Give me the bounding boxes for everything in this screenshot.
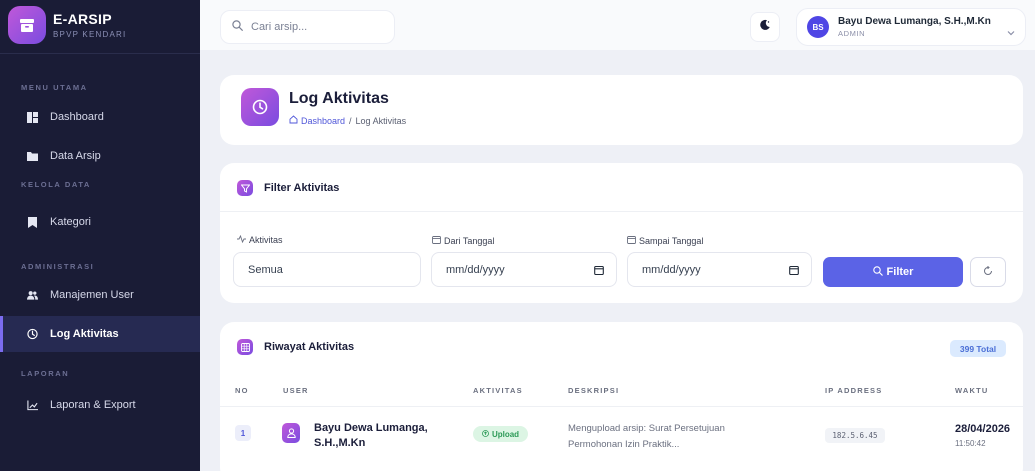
table-header: NO USER AKTIVITAS DESKRIPSI IP ADDRESS W… [220,374,1023,407]
filter-button-label: Filter [886,266,914,278]
moon-icon [759,18,771,36]
sidebar-item-manajemen-user[interactable]: Manajemen User [0,277,200,313]
reset-button[interactable] [970,257,1006,287]
user-icon [282,423,300,443]
row-user-name-line2: S.H.,M.Kn [314,437,366,449]
calendar-icon[interactable] [594,265,604,278]
dari-tanggal-value: mm/dd/yyyy [446,263,505,276]
calendar-icon [627,235,636,246]
chart-line-icon [27,399,38,411]
column-header: AKTIVITAS [473,386,523,395]
search-placeholder: Cari arsip... [251,21,308,33]
sidebar-item-label: Laporan & Export [50,399,136,411]
archive-box-icon [8,6,46,44]
calendar-icon[interactable] [789,265,799,278]
sidebar-item-label: Data Arsip [50,150,101,162]
filter-card: Filter Aktivitas Aktivitas Semua Dari Ta… [220,163,1023,303]
brand-title: E-ARSIP [53,11,112,27]
user-role: ADMIN [838,29,866,38]
brand-divider [0,53,200,54]
dari-tanggal-label-text: Dari Tanggal [444,235,495,246]
brand-subtitle: BPVP KENDARI [53,30,127,39]
sidebar-item-dashboard[interactable]: Dashboard [0,99,200,135]
sidebar-item-kategori[interactable]: Kategori [0,204,200,240]
column-header: USER [283,386,309,395]
row-description: Mengupload arsip: Surat Persetujuan Perm… [568,421,768,453]
sidebar: E-ARSIP BPVP KENDARI MENU UTAMA Dashboar… [0,0,200,471]
folder-icon [27,151,38,162]
sampai-tanggal-label: Sampai Tanggal [627,235,703,246]
column-header: DESKRIPSI [568,386,620,395]
refresh-icon [983,263,993,281]
divider [220,211,1023,212]
upload-icon [482,429,489,439]
search-icon [872,265,883,279]
row-number: 1 [235,425,251,441]
sidebar-item-label: Dashboard [50,111,104,123]
activity-badge-label: Upload [491,429,520,439]
grid-icon [27,111,38,123]
table-icon [237,339,253,355]
home-icon [289,115,298,126]
section-kelola-data: KELOLA DATA [21,180,91,189]
column-header: NO [235,386,249,395]
sidebar-item-data-arsip[interactable]: Data Arsip [0,138,200,174]
sampai-tanggal-input[interactable]: mm/dd/yyyy [627,252,812,287]
clock-icon [241,88,279,126]
breadcrumb-dashboard-link[interactable]: Dashboard [301,116,345,126]
search-input[interactable]: Cari arsip... [220,10,395,44]
section-menu-utama: MENU UTAMA [21,83,88,92]
filter-title: Filter Aktivitas [264,182,340,194]
column-header: WAKTU [955,386,989,395]
sidebar-item-log-aktivitas[interactable]: Log Aktivitas [0,316,200,352]
topbar: Cari arsip... BS Bayu Dewa Lumanga, S.H.… [200,0,1035,50]
dari-tanggal-label: Dari Tanggal [432,235,494,246]
funnel-icon [237,180,253,196]
row-description-line1: Mengupload arsip: Surat Persetujuan [568,423,725,434]
dari-tanggal-input[interactable]: mm/dd/yyyy [431,252,617,287]
total-badge: 399 Total [950,340,1006,357]
user-menu[interactable]: BS Bayu Dewa Lumanga, S.H.,M.Kn ADMIN [796,8,1026,46]
breadcrumb: Dashboard / Log Aktivitas [289,115,406,126]
clock-icon [27,328,38,340]
sidebar-item-laporan-export[interactable]: Laporan & Export [0,387,200,423]
aktivitas-value: Semua [248,263,283,276]
row-time: 11:50:42 [955,439,986,448]
page-title: Log Aktivitas [289,90,389,107]
user-name: Bayu Dewa Lumanga, S.H.,M.Kn [838,16,991,27]
aktivitas-label-text: Aktivitas [249,235,283,245]
breadcrumb-separator: / [349,115,352,126]
aktivitas-select[interactable]: Semua [233,252,421,287]
theme-toggle-button[interactable] [750,12,780,42]
aktivitas-label: Aktivitas [237,234,283,245]
riwayat-card: Riwayat Aktivitas 399 Total NO USER AKTI… [220,322,1023,471]
search-icon [232,20,243,34]
avatar: BS [807,16,829,38]
ip-address: 182.5.6.45 [825,428,885,443]
row-user-name-line1: Bayu Dewa Lumanga, [314,422,428,434]
activity-badge: Upload [473,426,528,442]
bookmark-icon [27,216,38,228]
brand[interactable]: E-ARSIP BPVP KENDARI [8,6,126,44]
row-user-name: Bayu Dewa Lumanga, S.H.,M.Kn [314,421,444,451]
row-date: 28/04/2026 [955,423,1011,435]
users-icon [27,290,38,301]
breadcrumb-current: Log Aktivitas [355,115,407,126]
riwayat-title: Riwayat Aktivitas [264,341,355,353]
sampai-tanggal-value: mm/dd/yyyy [642,263,701,276]
row-description-line2: Permohonan Izin Praktik... [568,439,680,450]
column-header: IP ADDRESS [825,386,883,395]
calendar-icon [432,235,441,246]
filter-button[interactable]: Filter [823,257,963,287]
activity-icon [237,234,246,245]
chevron-down-icon [1007,23,1015,41]
section-laporan: LAPORAN [21,369,70,378]
sidebar-item-label: Manajemen User [50,289,134,301]
sampai-tanggal-label-text: Sampai Tanggal [639,235,704,246]
sidebar-item-label: Log Aktivitas [50,328,119,340]
section-administrasi: ADMINISTRASI [21,262,95,271]
page-header-card: Log Aktivitas Dashboard / Log Aktivitas [220,75,1023,145]
sidebar-item-label: Kategori [50,216,91,228]
